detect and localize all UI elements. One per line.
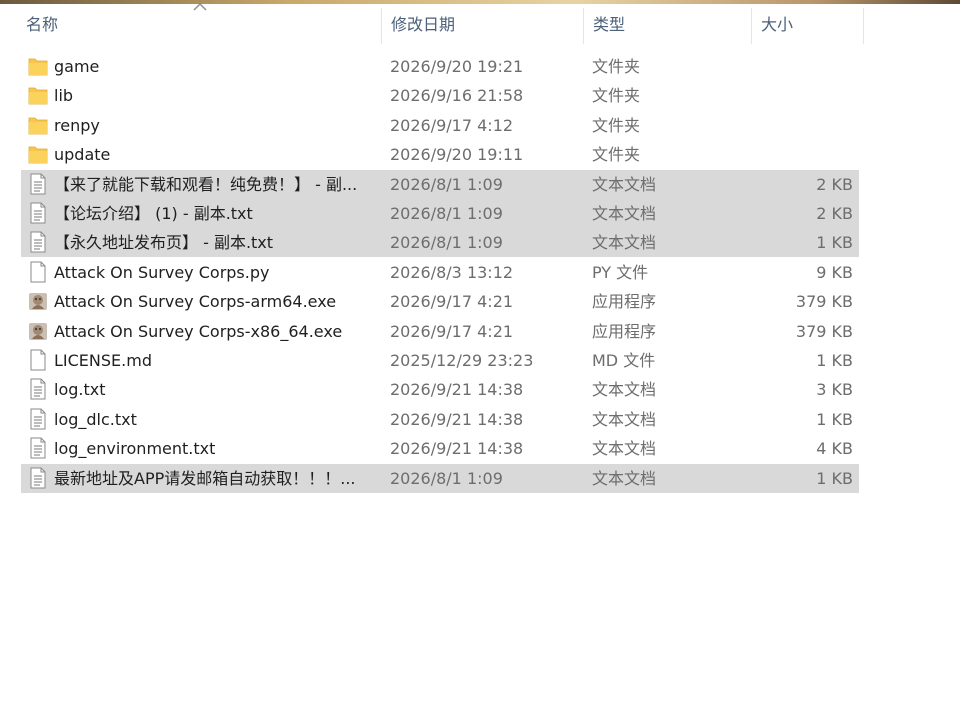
text-document-icon <box>28 378 48 400</box>
application-icon <box>28 320 48 342</box>
file-name: 【来了就能下载和观看！纯免费！】 - 副... <box>54 174 358 194</box>
file-size: 9 KB <box>816 262 853 282</box>
file-size: 379 KB <box>795 321 853 341</box>
file-modified-date: 2026/9/17 4:12 <box>390 115 514 135</box>
file-row[interactable]: Attack On Survey Corps-arm64.exe 2026/9/1… <box>21 287 859 316</box>
text-document-icon <box>28 408 48 430</box>
file-type: MD 文件 <box>592 351 656 370</box>
file-name: 【论坛介绍】 (1) - 副本.txt <box>54 204 253 223</box>
file-type: 文本文档 <box>592 468 657 488</box>
file-row[interactable]: 【来了就能下载和观看！纯免费！】 - 副... 2026/8/1 1:09 文本文档… <box>21 169 859 199</box>
file-modified-date: 2026/9/21 14:38 <box>390 439 524 459</box>
file-name: LICENSE.md <box>54 351 152 370</box>
file-size: 1 KB <box>816 409 853 429</box>
file-modified-date: 2026/9/20 19:11 <box>390 145 524 165</box>
file-type: 文件夹 <box>592 115 641 135</box>
file-row[interactable]: renpy 2026/9/17 4:12 文件夹 <box>21 111 859 140</box>
file-modified-date: 2026/9/16 21:58 <box>390 86 524 106</box>
file-name: log_environment.txt <box>54 439 216 459</box>
file-size: 379 KB <box>795 292 853 312</box>
file-name: 【永久地址发布页】 - 副本.txt <box>54 233 274 253</box>
folder-icon <box>28 84 48 106</box>
column-header-type[interactable]: 类型 <box>593 4 751 44</box>
file-modified-date: 2026/9/21 14:38 <box>390 409 524 429</box>
file-size: 1 KB <box>816 468 853 488</box>
file-modified-date: 2026/8/1 1:09 <box>390 174 503 194</box>
file-type: 文件夹 <box>592 86 641 106</box>
text-document-icon <box>28 467 48 489</box>
file-size: 1 KB <box>816 233 853 253</box>
column-header-size[interactable]: 大小 <box>761 4 863 44</box>
file-type: 文本文档 <box>592 204 657 223</box>
file-row[interactable]: 最新地址及APP请发邮箱自动获取！！！... 2026/8/1 1:09 文本文档 1… <box>21 463 859 493</box>
file-row[interactable]: game 2026/9/20 19:21 文件夹 <box>21 52 859 81</box>
file-modified-date: 2026/8/1 1:09 <box>390 468 503 488</box>
file-name: 最新地址及APP请发邮箱自动获取！！！... <box>54 468 356 488</box>
file-size: 3 KB <box>816 380 853 400</box>
file-size: 1 KB <box>816 351 853 370</box>
file-type: 应用程序 <box>592 292 657 312</box>
file-type: PY 文件 <box>592 262 649 282</box>
text-document-icon <box>28 437 48 459</box>
text-document-icon <box>28 231 48 253</box>
file-type: 文本文档 <box>592 439 657 459</box>
file-row[interactable]: LICENSE.md 2025/12/29 23:23 MD 文件 1 KB <box>21 346 859 375</box>
folder-icon <box>28 114 48 136</box>
file-row[interactable]: lib 2026/9/16 21:58 文件夹 <box>21 81 859 110</box>
column-divider[interactable] <box>863 8 864 44</box>
file-name: renpy <box>54 115 100 135</box>
file-name: game <box>54 57 100 76</box>
file-row[interactable]: Attack On Survey Corps.py 2026/8/3 13:12 P… <box>21 258 859 287</box>
file-name: Attack On Survey Corps-x86_64.exe <box>54 321 343 341</box>
file-name: Attack On Survey Corps.py <box>54 262 270 282</box>
file-row[interactable]: update 2026/9/20 19:11 文件夹 <box>21 140 859 169</box>
file-name: update <box>54 145 111 165</box>
file-row[interactable]: 【论坛介绍】 (1) - 副本.txt 2026/8/1 1:09 文本文档 2 KB <box>21 199 859 228</box>
column-header-bar: 名称 修改日期 类型 大小 <box>0 4 960 44</box>
file-modified-date: 2026/9/17 4:21 <box>390 321 514 341</box>
file-modified-date: 2026/8/1 1:09 <box>390 233 503 253</box>
column-header-modified[interactable]: 修改日期 <box>391 4 583 44</box>
file-type: 应用程序 <box>592 321 657 341</box>
file-size: 2 KB <box>816 174 853 194</box>
file-type: 文本文档 <box>592 174 657 194</box>
file-type: 文本文档 <box>592 233 657 253</box>
folder-icon <box>28 55 48 77</box>
file-name: log.txt <box>54 380 106 400</box>
blank-file-icon <box>28 349 48 371</box>
file-row[interactable]: 【永久地址发布页】 - 副本.txt 2026/8/1 1:09 文本文档 1 KB <box>21 228 859 258</box>
folder-icon <box>28 143 48 165</box>
file-modified-date: 2026/9/21 14:38 <box>390 380 524 400</box>
file-type: 文件夹 <box>592 57 641 76</box>
column-divider[interactable] <box>583 8 584 44</box>
file-size: 2 KB <box>816 204 853 223</box>
file-modified-date: 2026/9/20 19:21 <box>390 57 524 76</box>
file-type: 文件夹 <box>592 145 641 165</box>
file-name: log_dlc.txt <box>54 409 137 429</box>
column-divider[interactable] <box>751 8 752 44</box>
file-name: lib <box>54 86 74 106</box>
file-modified-date: 2025/12/29 23:23 <box>390 351 534 370</box>
file-row[interactable]: log.txt 2026/9/21 14:38 文本文档 3 KB <box>21 375 859 404</box>
file-row[interactable]: Attack On Survey Corps-x86_64.exe 2026/9/… <box>21 317 859 346</box>
file-modified-date: 2026/8/1 1:09 <box>390 204 503 223</box>
file-row[interactable]: log_environment.txt 2026/9/21 14:38 文本文档 4 … <box>21 434 859 463</box>
file-type: 文本文档 <box>592 380 657 400</box>
file-type: 文本文档 <box>592 409 657 429</box>
text-document-icon <box>28 202 48 224</box>
application-icon <box>28 290 48 312</box>
column-divider[interactable] <box>381 8 382 44</box>
column-header-name[interactable]: 名称 <box>26 4 381 44</box>
file-modified-date: 2026/8/3 13:12 <box>390 262 514 282</box>
file-row[interactable]: log_dlc.txt 2026/9/21 14:38 文本文档 1 KB <box>21 405 859 434</box>
blank-file-icon <box>28 261 48 283</box>
file-name: Attack On Survey Corps-arm64.exe <box>54 292 337 312</box>
text-document-icon <box>28 173 48 195</box>
file-size: 4 KB <box>816 439 853 459</box>
file-modified-date: 2026/9/17 4:21 <box>390 292 514 312</box>
